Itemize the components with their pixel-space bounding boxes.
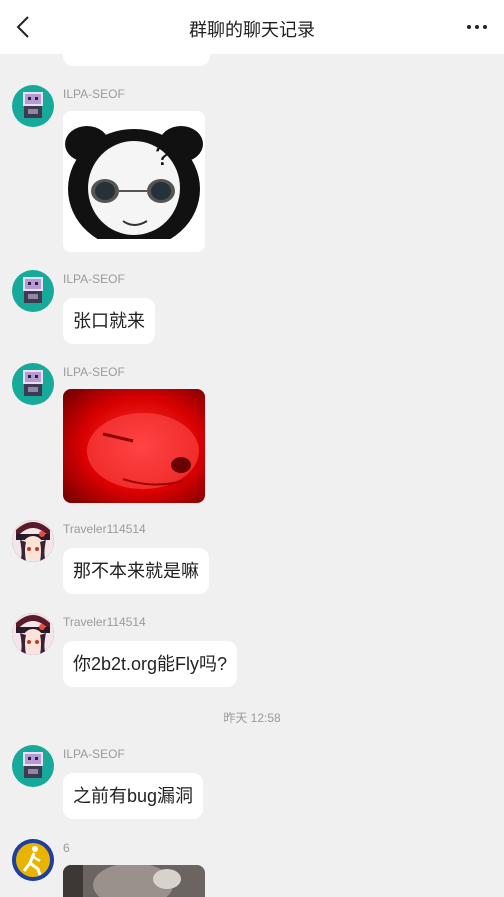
- figure-logo-icon: [12, 839, 54, 881]
- svg-text:?: ?: [155, 140, 171, 171]
- previous-message-bubble: [63, 54, 210, 66]
- message-bubble[interactable]: 那不本来就是嘛: [63, 548, 209, 594]
- title-bar: 群聊的聊天记录: [0, 0, 504, 54]
- sender-name: Traveler114514: [63, 615, 146, 629]
- image-message[interactable]: [63, 389, 205, 503]
- anime-character-icon: [12, 520, 54, 562]
- avatar[interactable]: [12, 613, 54, 655]
- panda-meme-sticker: ?: [63, 111, 205, 252]
- chat-history-list[interactable]: ILPA-SEOF ? ILPA-SEOF 张口就来 ILPA-SEOF Tra…: [0, 54, 504, 897]
- more-dots-icon[interactable]: [466, 18, 488, 36]
- photo: [63, 865, 205, 897]
- sender-name: ILPA-SEOF: [63, 87, 125, 101]
- sender-name: ILPA-SEOF: [63, 272, 125, 286]
- pixel-character-icon: [23, 277, 43, 303]
- pixel-character-icon: [23, 370, 43, 396]
- avatar[interactable]: [12, 839, 54, 881]
- image-message[interactable]: [63, 865, 205, 897]
- page-title: 群聊的聊天记录: [189, 20, 315, 40]
- avatar[interactable]: [12, 520, 54, 562]
- pixel-character-icon: [23, 92, 43, 118]
- avatar[interactable]: [12, 363, 54, 405]
- avatar[interactable]: [12, 85, 54, 127]
- message-bubble[interactable]: 之前有bug漏洞: [63, 773, 204, 819]
- message-bubble[interactable]: 张口就来: [63, 298, 155, 344]
- image-message[interactable]: ?: [63, 111, 205, 252]
- timestamp: 昨天 12:58: [223, 711, 281, 725]
- pixel-character-icon: [23, 752, 43, 778]
- red-dog-meme: [63, 389, 205, 503]
- anime-character-icon: [12, 613, 54, 655]
- sender-name: Traveler114514: [63, 522, 146, 536]
- sender-name: ILPA-SEOF: [63, 747, 125, 761]
- message-bubble[interactable]: 你2b2t.org能Fly吗?: [63, 641, 238, 687]
- avatar[interactable]: [12, 270, 54, 312]
- avatar[interactable]: [12, 745, 54, 787]
- sender-name: 6: [63, 841, 70, 855]
- sender-name: ILPA-SEOF: [63, 365, 125, 379]
